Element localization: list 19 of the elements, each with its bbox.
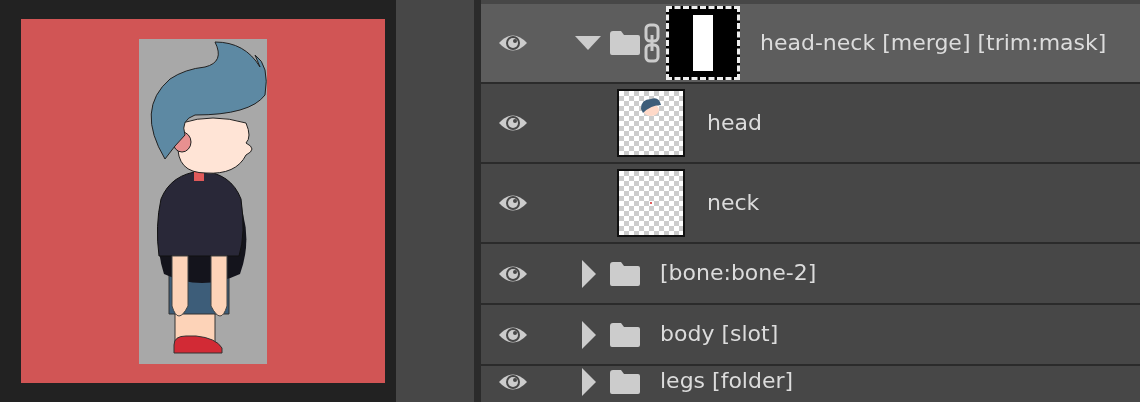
folder-icon [610,322,640,347]
layer-name: [bone:bone-2] [660,261,817,286]
layer-name: head [707,110,762,136]
layer-name: head-neck [merge] [trim:mask] [760,30,1107,56]
expand-caret-icon[interactable] [582,367,596,396]
layer-row[interactable]: head-neck [merge] [trim:mask] [481,4,1140,84]
folder-icon [610,369,640,394]
expand-caret-icon[interactable] [582,320,596,349]
layer-name: body [slot] [660,322,779,347]
mask-thumbnail[interactable] [666,6,740,80]
layer-thumbnail [617,169,685,237]
layer-thumbnail [617,89,685,157]
collapse-caret-icon[interactable] [575,36,601,50]
folder-icon [610,31,640,55]
layer-name: neck [707,190,760,216]
chain-link-icon[interactable] [644,23,660,63]
folder-icon [610,261,640,286]
layer-name: legs [folder] [660,369,794,394]
expand-caret-icon[interactable] [582,259,596,288]
